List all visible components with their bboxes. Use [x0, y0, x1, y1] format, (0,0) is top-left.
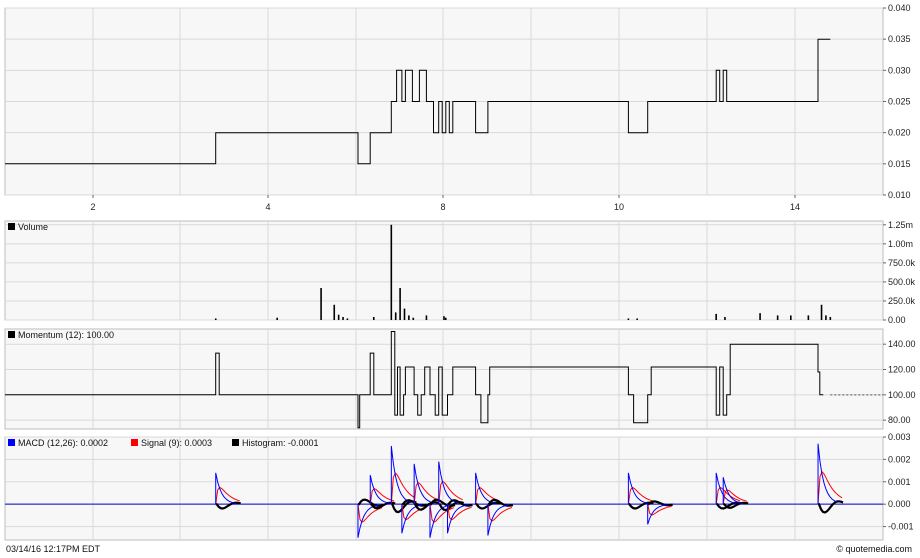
- price-ytick-label: 0.010: [888, 190, 911, 200]
- price-xtick-label: 8: [440, 202, 445, 212]
- price-ytick-label: 0.025: [888, 97, 911, 107]
- volume-ytick-label: 1.25m: [888, 220, 913, 230]
- volume-ytick-label: 750.0k: [888, 258, 916, 268]
- momentum-legend-swatch: [8, 331, 15, 338]
- price-ytick-label: 0.035: [888, 34, 911, 44]
- volume-ytick-label: 250.0k: [888, 296, 916, 306]
- histogram-legend-label: Histogram: -0.0001: [242, 438, 319, 448]
- histogram-legend-swatch: [232, 439, 239, 446]
- stock-chart: 0.040 0.035 0.030 0.025 0.020 0.015 0.010 2 4 8 10…: [4, 3, 916, 554]
- macd-ytick-label: 0.002: [888, 454, 911, 464]
- volume-legend-label: Volume: [18, 222, 48, 232]
- volume-ytick-label: 1.00m: [888, 239, 913, 249]
- macd-panel: 0.003 0.002 0.001 0.000 -0.001 MACD (12,26):…: [4, 432, 914, 541]
- price-panel: 0.040 0.035 0.030 0.025 0.020 0.015 0.010 2 4 8 10…: [4, 3, 911, 212]
- price-ytick-label: 0.020: [888, 128, 911, 138]
- volume-ytick-label: 0.00: [888, 315, 906, 325]
- momentum-legend-label: Momentum (12): 100.00: [18, 330, 114, 340]
- volume-panel: 1.25m 1.00m 750.0k 500.0k 250.0k 0.00 Volume: [4, 220, 916, 325]
- quotemedia-credit: © quotemedia.com: [836, 544, 912, 554]
- price-xtick-label: 4: [265, 202, 270, 212]
- momentum-ytick-label: 80.00: [888, 415, 911, 425]
- signal-legend-swatch: [131, 439, 138, 446]
- macd-ytick-label: 0.003: [888, 432, 911, 442]
- volume-ytick-label: 500.0k: [888, 277, 916, 287]
- momentum-ytick-label: 140.00: [888, 339, 916, 349]
- price-xtick-label: 14: [790, 202, 800, 212]
- macd-legend: MACD (12,26): 0.0002 Signal (9): 0.0003 …: [8, 438, 319, 448]
- price-xtick-label: 10: [614, 202, 624, 212]
- macd-legend-label: MACD (12,26): 0.0002: [18, 438, 108, 448]
- volume-plot-area: [4, 220, 884, 321]
- price-ytick-label: 0.015: [888, 159, 911, 169]
- macd-legend-swatch: [8, 439, 15, 446]
- price-ytick-label: 0.030: [888, 65, 911, 75]
- signal-legend-label: Signal (9): 0.0003: [141, 438, 212, 448]
- macd-ytick-label: -0.001: [888, 522, 914, 532]
- price-xtick-label: 2: [90, 202, 95, 212]
- volume-legend-swatch: [8, 223, 15, 230]
- price-ytick-label: 0.040: [888, 3, 911, 13]
- chart-timestamp: 03/14/16 12:17PM EDT: [6, 544, 101, 554]
- macd-ytick-label: 0.000: [888, 499, 911, 509]
- momentum-ytick-label: 100.00: [888, 390, 916, 400]
- momentum-ytick-label: 120.00: [888, 365, 916, 375]
- momentum-panel: 140.00 120.00 100.00 80.00 Momentum (12): 1…: [4, 328, 916, 430]
- macd-ytick-label: 0.001: [888, 477, 911, 487]
